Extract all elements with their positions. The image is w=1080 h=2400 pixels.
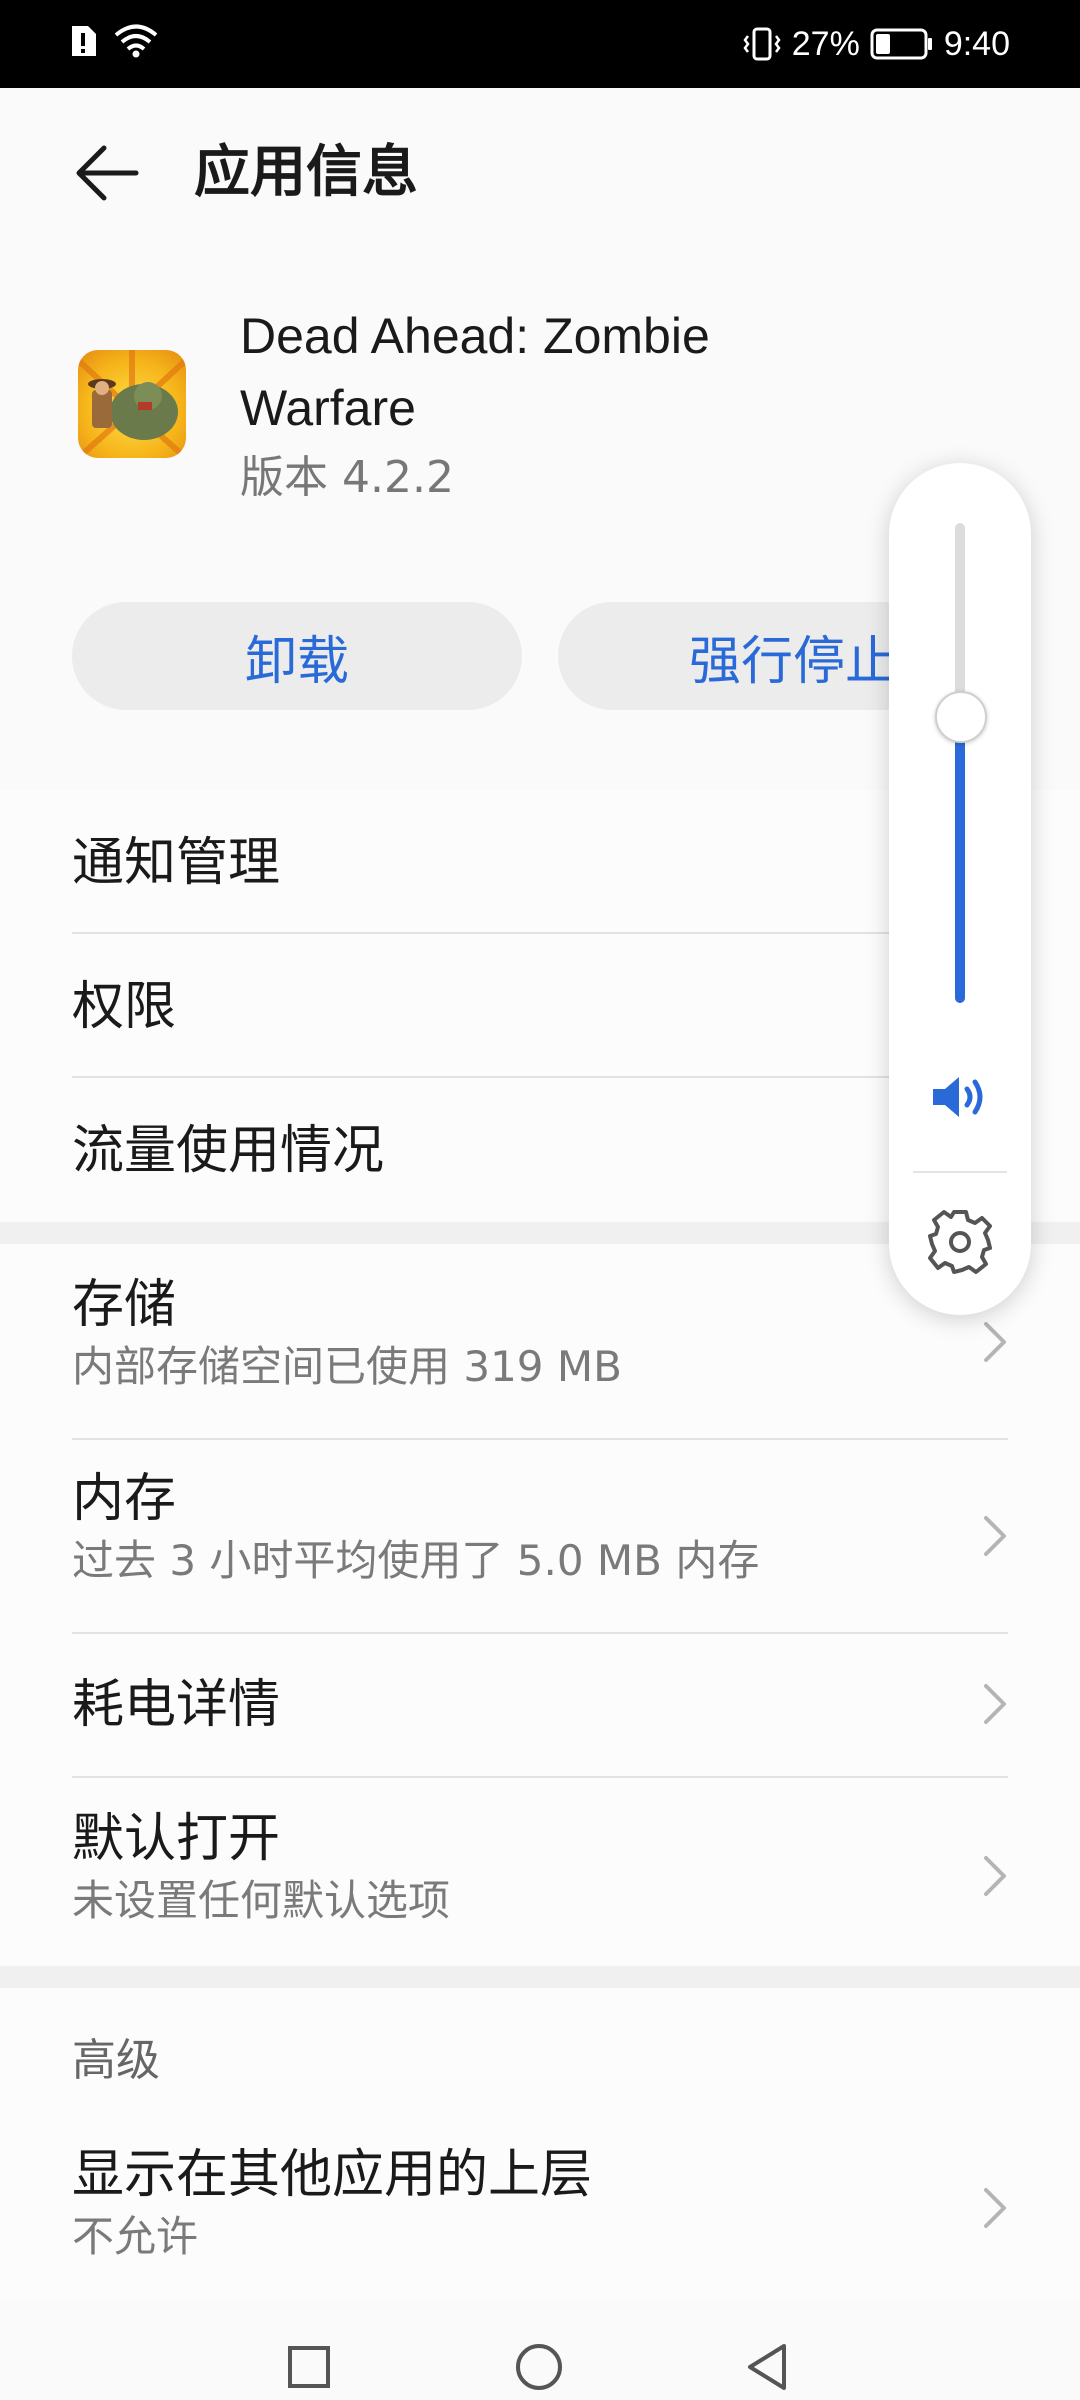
list-item-title: 通知管理: [72, 833, 281, 893]
list-item-title: 显示在其他应用的上层: [72, 2145, 593, 2205]
list-item-memory[interactable]: 内存 过去 3 小时平均使用了 5.0 MB 内存: [72, 1466, 1008, 1590]
list-item-title: 流量使用情况: [72, 1121, 385, 1181]
list-item-permissions[interactable]: 权限: [72, 974, 1008, 1040]
status-bar: 27% 9:40: [0, 0, 1080, 88]
speaker-icon[interactable]: [927, 1069, 993, 1125]
app-version: 版本 4.2.2: [240, 452, 454, 503]
back-arrow-icon[interactable]: [70, 136, 144, 210]
list-item-battery-details[interactable]: 耗电详情: [72, 1672, 1008, 1738]
divider: [72, 932, 1008, 934]
divider: [72, 1076, 1008, 1078]
volume-slider-fill: [955, 715, 965, 1003]
list-item-title: 默认打开: [72, 1809, 281, 1869]
list-item-title: 内存: [72, 1469, 177, 1529]
list-item-open-by-default[interactable]: 默认打开 未设置任何默认选项: [72, 1806, 1008, 1930]
list-item-title: 耗电详情: [72, 1675, 281, 1735]
chevron-right-icon: [984, 1516, 1006, 1556]
divider: [72, 1632, 1008, 1634]
list-item-storage[interactable]: 存储 内部存储空间已使用 319 MB: [72, 1272, 1008, 1396]
chevron-right-icon: [984, 2188, 1006, 2228]
chevron-right-icon: [984, 1856, 1006, 1896]
list-item-title: 权限: [72, 977, 177, 1037]
list-item-title: 存储: [72, 1275, 177, 1335]
battery-percent: 27%: [791, 25, 860, 63]
list-item-subtitle: 内部存储空间已使用 319 MB: [72, 1342, 622, 1391]
uninstall-button[interactable]: 卸载: [72, 602, 522, 710]
recents-square-icon[interactable]: [286, 2344, 332, 2390]
back-triangle-icon[interactable]: [744, 2342, 790, 2392]
list-item-notifications[interactable]: 通知管理: [72, 830, 1008, 896]
section-header-advanced: 高级: [72, 2035, 160, 2086]
chevron-right-icon: [984, 1684, 1006, 1724]
system-nav-bar: [0, 2300, 1080, 2400]
gear-icon[interactable]: [925, 1207, 995, 1277]
alert-icon: [72, 26, 96, 56]
list-item-subtitle: 过去 3 小时平均使用了 5.0 MB 内存: [72, 1536, 760, 1585]
home-circle-icon[interactable]: [514, 2342, 564, 2392]
section-gap: [0, 1966, 1080, 1988]
clock: 9:40: [943, 25, 1010, 63]
list-item-subtitle: 未设置任何默认选项: [72, 1876, 451, 1925]
list-item-data-usage[interactable]: 流量使用情况: [72, 1118, 1008, 1184]
wifi-icon: [114, 24, 158, 58]
divider: [913, 1171, 1007, 1173]
app-icon: [78, 350, 186, 458]
page-title: 应用信息: [194, 140, 418, 205]
divider: [72, 1438, 1008, 1440]
list-item-subtitle: 不允许: [72, 2212, 199, 2261]
chevron-right-icon: [984, 1322, 1006, 1362]
divider: [72, 1776, 1008, 1778]
volume-slider-thumb[interactable]: [935, 691, 987, 743]
app-bar: 应用信息: [0, 88, 1080, 258]
app-name: Dead Ahead: Zombie Warfare: [240, 308, 710, 436]
list-item-display-over-other-apps[interactable]: 显示在其他应用的上层 不允许: [72, 2142, 1008, 2266]
volume-panel: [889, 463, 1031, 1315]
vibrate-icon: [743, 27, 781, 61]
battery-icon: [870, 28, 932, 60]
